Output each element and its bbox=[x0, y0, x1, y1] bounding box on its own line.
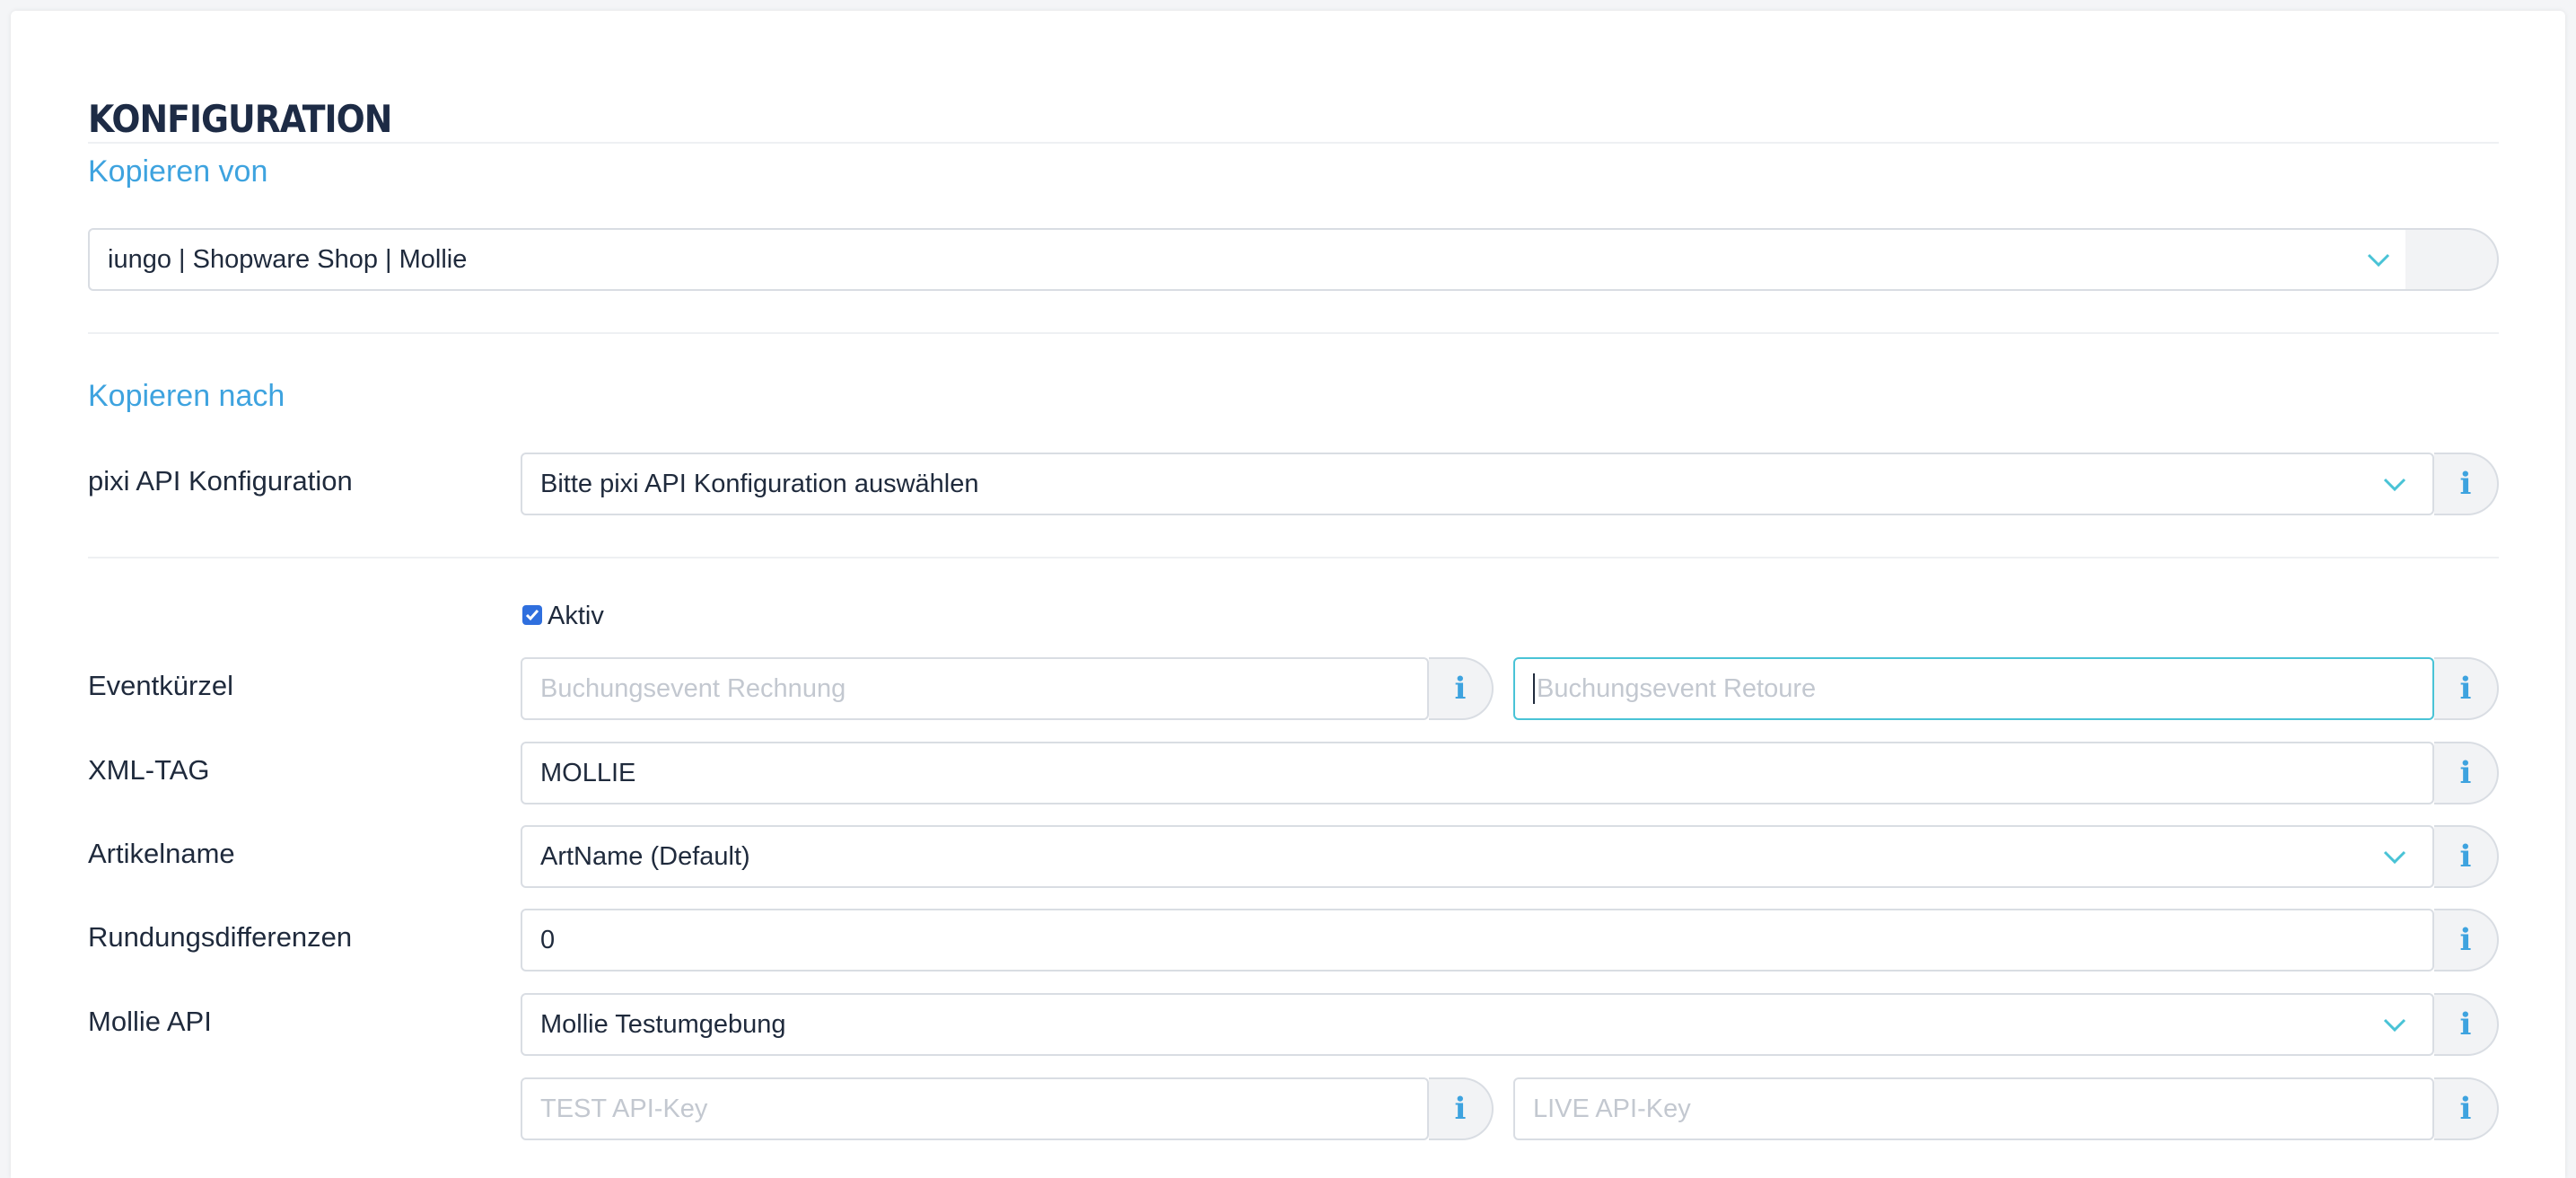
info-icon: i bbox=[2459, 839, 2472, 875]
mollie-api-label: Mollie API bbox=[88, 1006, 212, 1037]
live-api-key-info-button[interactable]: i bbox=[2434, 1077, 2499, 1140]
rundung-info-button[interactable]: i bbox=[2434, 909, 2499, 971]
pixi-config-info-button[interactable]: i bbox=[2434, 453, 2499, 515]
artikelname-info-button[interactable]: i bbox=[2434, 825, 2499, 888]
live-api-key-placeholder: LIVE API-Key bbox=[1533, 1094, 1691, 1123]
invoice-event-input[interactable]: Buchungsevent Rechnung bbox=[521, 657, 1429, 720]
test-api-key-info-button[interactable]: i bbox=[1429, 1077, 1494, 1140]
info-icon: i bbox=[2459, 671, 2472, 707]
page-title: KONFIGURATION bbox=[88, 97, 392, 141]
chevron-down-icon[interactable] bbox=[2379, 848, 2410, 866]
checkmark-icon bbox=[525, 610, 539, 621]
invoice-event-info-button[interactable]: i bbox=[1429, 657, 1494, 720]
pixi-config-label: pixi API Konfiguration bbox=[88, 465, 353, 497]
info-icon: i bbox=[2459, 466, 2472, 502]
xml-tag-label: XML-TAG bbox=[88, 754, 210, 786]
copy-from-heading: Kopieren von bbox=[88, 154, 268, 189]
copy-to-heading: Kopieren nach bbox=[88, 379, 285, 413]
configuration-card: KONFIGURATION Kopieren von iungo | Shopw… bbox=[11, 11, 2565, 1178]
rundung-input[interactable]: 0 bbox=[521, 909, 2434, 971]
artikelname-value: ArtName (Default) bbox=[540, 841, 750, 871]
live-api-key-input[interactable]: LIVE API-Key bbox=[1513, 1077, 2434, 1140]
test-api-key-placeholder: TEST API-Key bbox=[540, 1094, 708, 1123]
eventkuerzel-label: Eventkürzel bbox=[88, 670, 233, 701]
copy-from-select[interactable]: iungo | Shopware Shop | Mollie bbox=[88, 228, 2449, 291]
chevron-down-icon[interactable] bbox=[2379, 476, 2410, 494]
xml-tag-input[interactable]: MOLLIE bbox=[521, 742, 2434, 804]
info-icon: i bbox=[2459, 1007, 2472, 1042]
info-icon: i bbox=[2459, 755, 2472, 791]
copy-from-addon-button[interactable] bbox=[2405, 228, 2499, 291]
artikelname-select[interactable]: ArtName (Default) bbox=[521, 825, 2434, 888]
chevron-down-icon[interactable] bbox=[2379, 1016, 2410, 1034]
rundung-value: 0 bbox=[540, 925, 556, 954]
active-label: Aktiv bbox=[548, 602, 604, 630]
artikelname-label: Artikelname bbox=[88, 838, 235, 869]
divider bbox=[88, 142, 2499, 144]
mollie-api-select[interactable]: Mollie Testumgebung bbox=[521, 993, 2434, 1056]
test-api-key-input[interactable]: TEST API-Key bbox=[521, 1077, 1429, 1140]
rundung-label: Rundungsdifferenzen bbox=[88, 921, 353, 953]
info-icon: i bbox=[1454, 1091, 1467, 1127]
divider bbox=[88, 557, 2499, 558]
info-icon: i bbox=[2459, 1091, 2472, 1127]
info-icon: i bbox=[1454, 671, 1467, 707]
xml-tag-info-button[interactable]: i bbox=[2434, 742, 2499, 804]
mollie-api-info-button[interactable]: i bbox=[2434, 993, 2499, 1056]
copy-from-value: iungo | Shopware Shop | Mollie bbox=[108, 244, 468, 274]
pixi-config-value: Bitte pixi API Konfiguration auswählen bbox=[540, 469, 979, 498]
divider bbox=[88, 332, 2499, 334]
chevron-down-icon[interactable] bbox=[2363, 251, 2394, 269]
pixi-config-select[interactable]: Bitte pixi API Konfiguration auswählen bbox=[521, 453, 2434, 515]
info-icon: i bbox=[2459, 922, 2472, 958]
invoice-event-placeholder: Buchungsevent Rechnung bbox=[540, 673, 846, 703]
return-event-info-button[interactable]: i bbox=[2434, 657, 2499, 720]
mollie-api-value: Mollie Testumgebung bbox=[540, 1009, 786, 1039]
xml-tag-value: MOLLIE bbox=[540, 758, 636, 787]
active-checkbox[interactable] bbox=[522, 605, 542, 625]
return-event-placeholder: Buchungsevent Retoure bbox=[1537, 673, 1817, 703]
return-event-input[interactable]: Buchungsevent Retoure bbox=[1513, 657, 2434, 720]
